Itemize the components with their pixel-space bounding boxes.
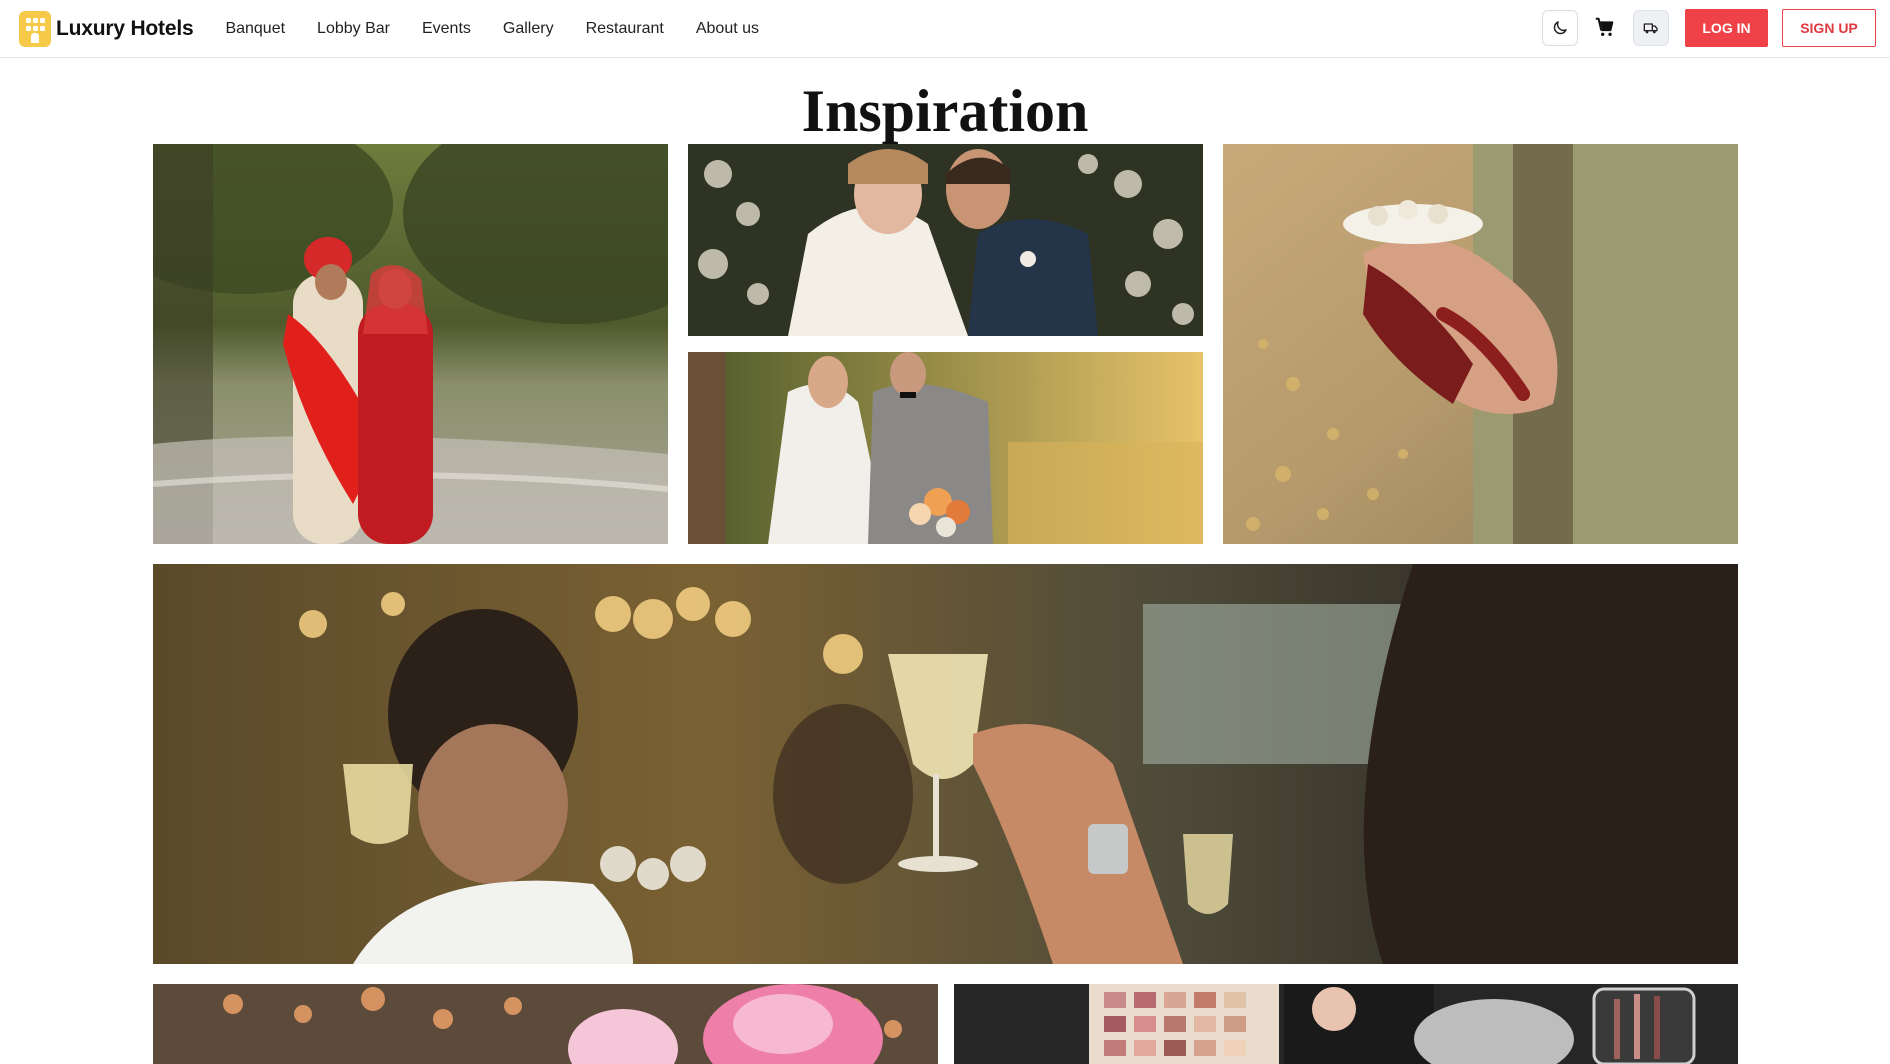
nav-item-about-us[interactable]: About us bbox=[696, 20, 759, 38]
nav-item-gallery[interactable]: Gallery bbox=[503, 20, 554, 38]
nav-item-banquet[interactable]: Banquet bbox=[225, 20, 285, 38]
delivery-button[interactable] bbox=[1633, 10, 1669, 46]
gallery-image-couple-kiss[interactable] bbox=[688, 144, 1203, 336]
page-title: Inspiration bbox=[801, 78, 1089, 144]
cart-icon bbox=[1595, 17, 1614, 36]
login-button[interactable]: LOG IN bbox=[1685, 9, 1768, 47]
gallery-image-couple-lake[interactable] bbox=[688, 352, 1203, 544]
brand-logo[interactable]: Luxury Hotels bbox=[19, 10, 194, 47]
signup-button[interactable]: SIGN UP bbox=[1782, 9, 1876, 47]
truck-icon bbox=[1643, 23, 1658, 34]
nav-item-restaurant[interactable]: Restaurant bbox=[586, 20, 664, 38]
gallery-image-henna[interactable] bbox=[1223, 144, 1738, 544]
champagne-toast-photo bbox=[153, 564, 1738, 964]
couple-lake-bouquet-photo bbox=[688, 352, 1203, 544]
brand-name: Luxury Hotels bbox=[56, 16, 194, 40]
theme-toggle-button[interactable] bbox=[1542, 10, 1578, 46]
cart-button[interactable] bbox=[1591, 13, 1619, 41]
main-nav: Banquet Lobby Bar Events Gallery Restaur… bbox=[225, 20, 791, 38]
pink-flowers-photo bbox=[153, 984, 938, 1064]
moon-icon bbox=[1553, 21, 1567, 35]
gallery-image-couple-river[interactable] bbox=[153, 144, 668, 544]
gallery-image-toast[interactable] bbox=[153, 564, 1738, 964]
makeup-palette-photo bbox=[954, 984, 1738, 1064]
gallery-image-flowers[interactable] bbox=[153, 984, 938, 1064]
hotel-building-icon bbox=[19, 10, 51, 47]
henna-hands-photo bbox=[1223, 144, 1738, 544]
nav-item-events[interactable]: Events bbox=[422, 20, 471, 38]
nav-item-lobby-bar[interactable]: Lobby Bar bbox=[317, 20, 390, 38]
couple-kiss-flowers-photo bbox=[688, 144, 1203, 336]
gallery-image-makeup[interactable] bbox=[954, 984, 1738, 1064]
couple-by-river-photo bbox=[153, 144, 668, 544]
